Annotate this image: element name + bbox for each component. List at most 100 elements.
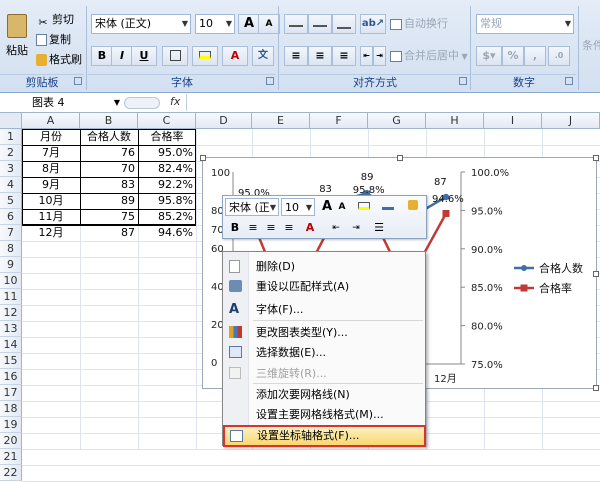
font-launcher[interactable] — [266, 77, 274, 85]
table-header-cell[interactable]: 月份 — [22, 129, 80, 145]
mini-bullets-button[interactable]: ☰ — [369, 219, 389, 237]
font-color-button[interactable]: A — [222, 46, 248, 66]
table-cell[interactable]: 12月 — [22, 225, 80, 241]
row-header[interactable]: 13 — [0, 321, 22, 337]
table-cell[interactable]: 10月 — [22, 193, 80, 209]
table-header-cell[interactable]: 合格率 — [138, 129, 196, 145]
italic-button[interactable]: I — [111, 46, 133, 66]
row-header[interactable]: 17 — [0, 385, 22, 401]
table-cell[interactable]: 9月 — [22, 177, 80, 193]
align-right-button[interactable]: ≡ — [332, 46, 356, 66]
mini-line-color-button[interactable] — [377, 198, 399, 216]
conditional-format-button[interactable]: 条件格 — [582, 36, 600, 56]
select-all-corner[interactable] — [0, 113, 22, 129]
font-name-combo[interactable]: 宋体 (正文) ▼ — [91, 14, 191, 34]
menu-item-3d-rotate[interactable]: 三维旋转(R)... — [224, 364, 424, 384]
align-middle-button[interactable] — [308, 14, 332, 34]
resize-handle[interactable] — [593, 155, 599, 161]
table-cell[interactable]: 76 — [80, 145, 138, 161]
shrink-font-button[interactable]: A — [258, 14, 280, 34]
table-cell[interactable]: 70 — [80, 161, 138, 177]
mini-align-center-button[interactable]: ≡ — [263, 219, 279, 237]
column-header[interactable]: H — [426, 113, 484, 129]
formula-input[interactable] — [186, 94, 598, 111]
column-header[interactable]: B — [80, 113, 138, 129]
menu-item-option-7[interactable]: 设置主要网格线格式(M)... — [224, 405, 424, 425]
row-header[interactable]: 14 — [0, 337, 22, 353]
mini-grow-font-button[interactable]: A — [319, 198, 335, 216]
mini-font-color-button[interactable]: A — [301, 219, 319, 237]
grow-font-button[interactable]: A — [238, 14, 260, 34]
row-header[interactable]: 7 — [0, 225, 22, 241]
menu-item-format-axis[interactable]: 设置坐标轴格式(F)... — [223, 425, 426, 447]
increase-decimal-button[interactable]: .0 — [548, 46, 570, 66]
table-cell[interactable]: 94.6% — [138, 225, 196, 241]
mini-bold-button[interactable]: B — [227, 219, 243, 237]
row-header[interactable]: 19 — [0, 417, 22, 433]
mini-fill-color-button[interactable] — [353, 198, 375, 216]
decrease-indent-button[interactable]: ⇤ — [360, 46, 373, 66]
table-cell[interactable]: 7月 — [22, 145, 80, 161]
name-box[interactable]: 图表 4 ▼ — [20, 95, 120, 111]
copy-button[interactable]: 复制 — [36, 30, 71, 50]
row-header[interactable]: 8 — [0, 241, 22, 257]
wrap-text-button[interactable]: 自动换行 — [390, 14, 448, 34]
row-header[interactable]: 11 — [0, 289, 22, 305]
mini-font-combo[interactable]: 宋体 (正 ▼ — [225, 198, 279, 216]
table-header-cell[interactable]: 合格人数 — [80, 129, 138, 145]
row-header[interactable]: 12 — [0, 305, 22, 321]
currency-button[interactable]: $▾ — [476, 46, 502, 66]
column-header[interactable]: I — [484, 113, 542, 129]
mini-size-combo[interactable]: 10 ▼ — [281, 198, 315, 216]
merge-center-button[interactable]: 合并后居中 ▼ — [390, 46, 468, 66]
fill-color-button[interactable] — [192, 46, 218, 66]
table-cell[interactable]: 89 — [80, 193, 138, 209]
row-header[interactable]: 5 — [0, 193, 22, 209]
menu-item-font[interactable]: A 字体(F)... — [224, 300, 424, 320]
insert-function-button[interactable]: fx — [170, 95, 180, 108]
resize-handle[interactable] — [200, 155, 206, 161]
cut-button[interactable]: ✂ 剪切 — [36, 10, 74, 30]
row-header[interactable]: 22 — [0, 465, 22, 481]
row-header[interactable]: 1 — [0, 129, 22, 145]
row-header[interactable]: 18 — [0, 401, 22, 417]
format-painter-button[interactable]: 格式刷 — [36, 50, 82, 70]
column-header[interactable]: G — [368, 113, 426, 129]
percent-button[interactable]: % — [502, 46, 524, 66]
mini-align-left-button[interactable]: ≡ — [245, 219, 261, 237]
phonetic-button[interactable]: 文 — [252, 46, 274, 66]
column-header[interactable]: A — [22, 113, 80, 129]
table-cell[interactable]: 92.2% — [138, 177, 196, 193]
row-header[interactable]: 16 — [0, 369, 22, 385]
menu-item-select-data[interactable]: 选择数据(E)... — [224, 343, 424, 363]
table-cell[interactable]: 95.8% — [138, 193, 196, 209]
alignment-launcher[interactable] — [459, 77, 467, 85]
underline-button[interactable]: U — [131, 46, 157, 66]
orientation-button[interactable]: ab↗ — [360, 14, 386, 34]
mini-format-painter-button[interactable] — [403, 198, 423, 216]
row-header[interactable]: 21 — [0, 449, 22, 465]
menu-item-delete[interactable]: 删除(D) — [224, 257, 424, 277]
bold-button[interactable]: B — [91, 46, 113, 66]
align-bottom-button[interactable] — [332, 14, 356, 34]
paste-button[interactable]: 粘贴 — [2, 14, 32, 69]
table-cell[interactable]: 11月 — [22, 209, 80, 225]
table-cell[interactable]: 8月 — [22, 161, 80, 177]
clipboard-launcher[interactable] — [74, 77, 82, 85]
table-cell[interactable]: 83 — [80, 177, 138, 193]
menu-item-reset-style[interactable]: 重设以匹配样式(A) — [224, 277, 424, 297]
table-cell[interactable]: 82.4% — [138, 161, 196, 177]
name-box-splitter[interactable] — [124, 97, 160, 109]
column-header[interactable]: E — [252, 113, 310, 129]
column-header[interactable]: D — [196, 113, 252, 129]
font-size-combo[interactable]: 10 ▼ — [195, 14, 235, 34]
row-header[interactable]: 9 — [0, 257, 22, 273]
mini-decrease-indent-button[interactable]: ⇤ — [327, 219, 345, 237]
row-header[interactable]: 4 — [0, 177, 22, 193]
align-top-button[interactable] — [284, 14, 308, 34]
resize-handle[interactable] — [593, 271, 599, 277]
menu-item-option-6[interactable]: 添加次要网格线(N) — [224, 385, 424, 405]
number-launcher[interactable] — [565, 77, 573, 85]
row-header[interactable]: 15 — [0, 353, 22, 369]
comma-button[interactable]: , — [524, 46, 546, 66]
